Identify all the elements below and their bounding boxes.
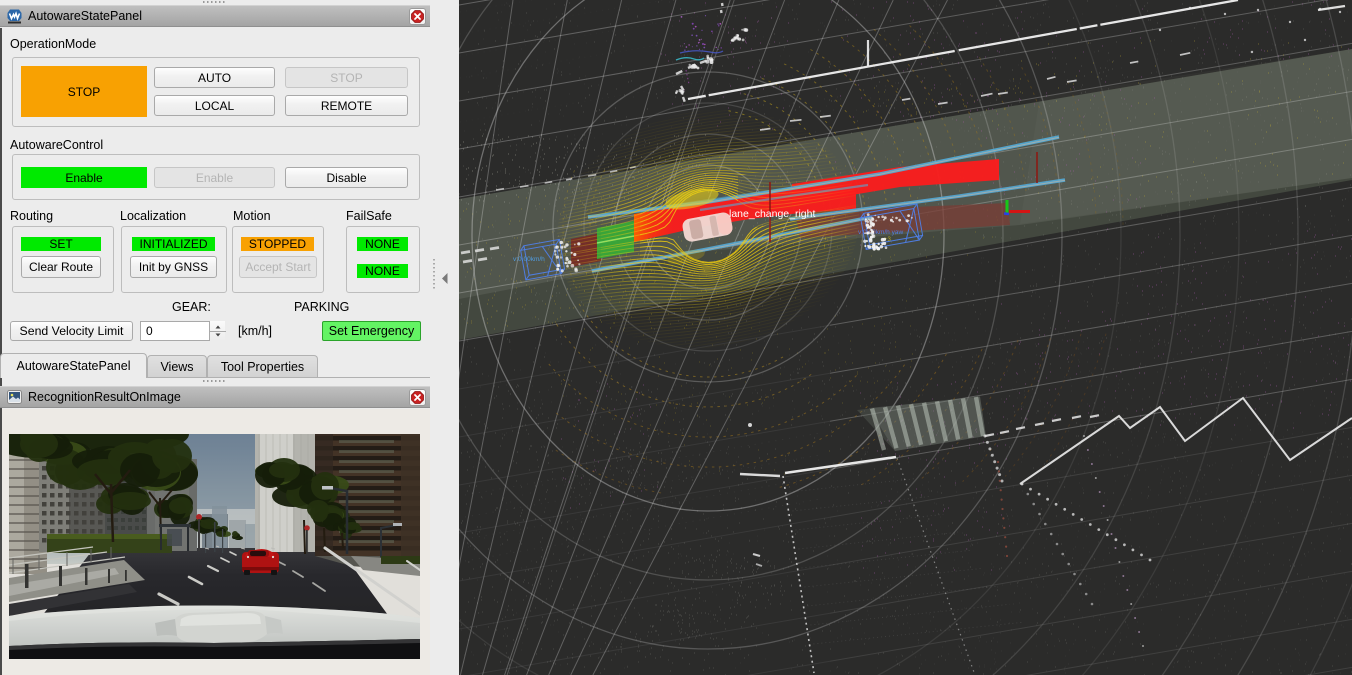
svg-text:lane_change_right: lane_change_right [729,208,815,220]
svg-text:v:0.00km/h: v:0.00km/h [513,256,545,263]
